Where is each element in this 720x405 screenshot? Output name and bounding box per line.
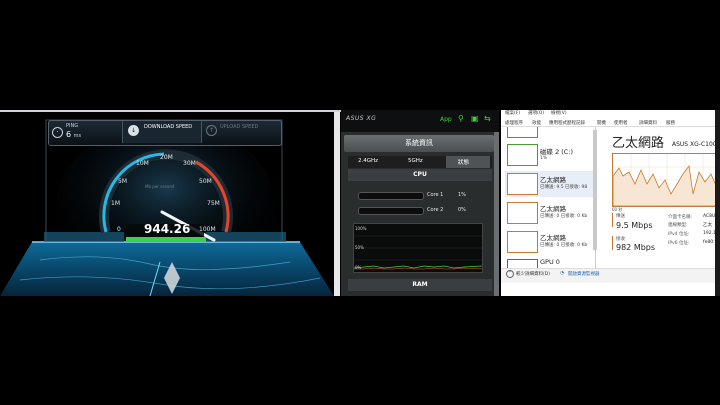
- detail-adapter-value: AC8U: [703, 214, 716, 219]
- ping-icon: ·: [52, 127, 63, 138]
- disk-thumb: [507, 144, 538, 166]
- gauge-tick-50m: 50M: [199, 178, 212, 185]
- gauge-tick-30m: 30M: [183, 160, 196, 167]
- detail-ipv6-label: IPv6 位址:: [668, 241, 690, 246]
- sidebar-eth1-sub: 已傳送: 9.5 已接收: 98: [540, 185, 588, 190]
- sidebar-eth2-name: 乙太網路: [540, 205, 566, 213]
- ethernet1-thumb: [507, 173, 538, 195]
- router-app-label[interactable]: App: [440, 116, 452, 123]
- detail-ipv6-value: fe80:: [703, 240, 715, 245]
- ethernet2-thumb: [507, 202, 538, 224]
- signal-icon[interactable]: ⚲: [458, 114, 464, 123]
- download-arrow-icon: ↓: [128, 125, 139, 136]
- gauge-tick-0: 0: [117, 226, 121, 233]
- gauge-tick-10m: 10M: [136, 160, 149, 167]
- sidebar-thumb-top: [507, 127, 538, 138]
- graph-label-0: 0%: [355, 265, 362, 270]
- system-info-title: 系統資訊: [405, 139, 433, 147]
- menu-options[interactable]: 選項(O): [528, 110, 544, 116]
- map-floor: [0, 242, 334, 296]
- graph-label-100: 100%: [355, 226, 367, 231]
- usb-icon[interactable]: ⇆: [484, 114, 491, 123]
- send-value: 9.5 Mbps: [616, 221, 653, 230]
- gauge-tick-5m: 5M: [118, 178, 127, 185]
- gauge-tick-20m: 20M: [160, 154, 173, 161]
- adapter-model: ASUS XG-C100: [672, 141, 717, 148]
- cpu-usage-graph: [353, 223, 483, 273]
- tab-5ghz[interactable]: 5GHz: [408, 158, 423, 164]
- ping-value: 6 ms: [66, 130, 82, 139]
- ping-label: PING: [66, 123, 79, 129]
- router-logo: ASUS XG: [346, 115, 377, 122]
- upload-arrow-icon: ↑: [206, 125, 217, 136]
- menu-view[interactable]: 檢視(V): [551, 110, 567, 116]
- download-label: DOWNLOAD SPEED: [144, 124, 193, 130]
- recv-value: 982 Mbps: [616, 243, 656, 252]
- graph-label-50: 50%: [355, 245, 364, 250]
- cpu-header-label: CPU: [413, 171, 427, 178]
- tab-users[interactable]: 使用者: [614, 120, 628, 126]
- core1-bar: [358, 192, 424, 200]
- fewer-details-link[interactable]: 較少詳細資料(D): [516, 271, 550, 277]
- gauge-tick-1m: 1M: [111, 200, 120, 207]
- core2-bar: [358, 207, 424, 215]
- recv-label: 接收: [616, 237, 625, 242]
- sidebar-gpu-name: GPU 0: [540, 258, 560, 266]
- ram-header-label: RAM: [412, 281, 428, 288]
- tab-status[interactable]: 狀態: [458, 158, 469, 166]
- sidebar-eth1-name: 乙太網路: [540, 176, 566, 184]
- sidebar-eth2-sub: 已傳送: 0 已接收: 0 Kb: [540, 214, 588, 219]
- sidebar-eth3-sub: 已傳送: 0 已接收: 0 Kb: [540, 243, 588, 248]
- sidebar-eth3-name: 乙太網路: [540, 234, 566, 242]
- sidebar-disk-name: 磁碟 2 (C:): [540, 148, 574, 156]
- sidebar-scrollbar[interactable]: [593, 130, 597, 250]
- send-label: 傳送: [616, 214, 625, 219]
- upload-label[interactable]: UPLOAD SPEED: [220, 124, 258, 130]
- tab-startup[interactable]: 開機: [597, 120, 606, 126]
- tab-2-4ghz[interactable]: 2.4GHz: [358, 158, 378, 164]
- detail-conn-value: 乙太: [703, 223, 712, 228]
- throughput-graph: [612, 153, 720, 207]
- detail-adapter-label: 介面卡名稱:: [668, 215, 693, 220]
- open-resource-monitor-link[interactable]: 開啟資源監視器: [568, 271, 600, 277]
- core2-label: Core 2: [427, 207, 444, 213]
- tab-performance[interactable]: 效能: [532, 120, 541, 126]
- detail-conn-label: 連線類型:: [668, 223, 688, 228]
- collapse-chevron-icon[interactable]: ˄: [506, 270, 514, 278]
- speedtest-scrollbar[interactable]: [334, 112, 340, 296]
- gpu-thumb: [507, 259, 538, 268]
- tab-details[interactable]: 詳細資料: [639, 120, 657, 126]
- sidebar-disk-sub: 1%: [540, 156, 548, 161]
- recv-marker: [612, 236, 613, 250]
- ethernet3-thumb: [507, 231, 538, 253]
- core2-value: 0%: [458, 207, 466, 213]
- router-scrollbar[interactable]: [494, 132, 499, 296]
- menu-file[interactable]: 檔案(F): [505, 110, 520, 116]
- device-icon[interactable]: ▣: [471, 114, 479, 123]
- speed-unit: Mb per second: [145, 184, 175, 189]
- resource-monitor-icon[interactable]: ◔: [560, 271, 564, 276]
- gauge-tick-75m: 75M: [207, 200, 220, 207]
- sidebar-item-top[interactable]: [505, 127, 593, 141]
- tab-app-history[interactable]: 應用程式歷程記錄: [549, 120, 585, 126]
- tab-services[interactable]: 服務: [666, 120, 675, 126]
- core1-label: Core 1: [427, 192, 444, 198]
- right-edge-bar: [715, 110, 720, 296]
- ethernet-title: 乙太網路: [612, 136, 665, 151]
- detail-ipv4-label: IPv4 位址:: [668, 232, 690, 237]
- send-marker: [612, 213, 613, 227]
- speed-value: 944.26: [144, 222, 191, 236]
- tab-processes[interactable]: 處理程序: [505, 120, 523, 126]
- core1-value: 1%: [458, 192, 466, 198]
- gauge-tick-100m: 100M: [199, 226, 216, 233]
